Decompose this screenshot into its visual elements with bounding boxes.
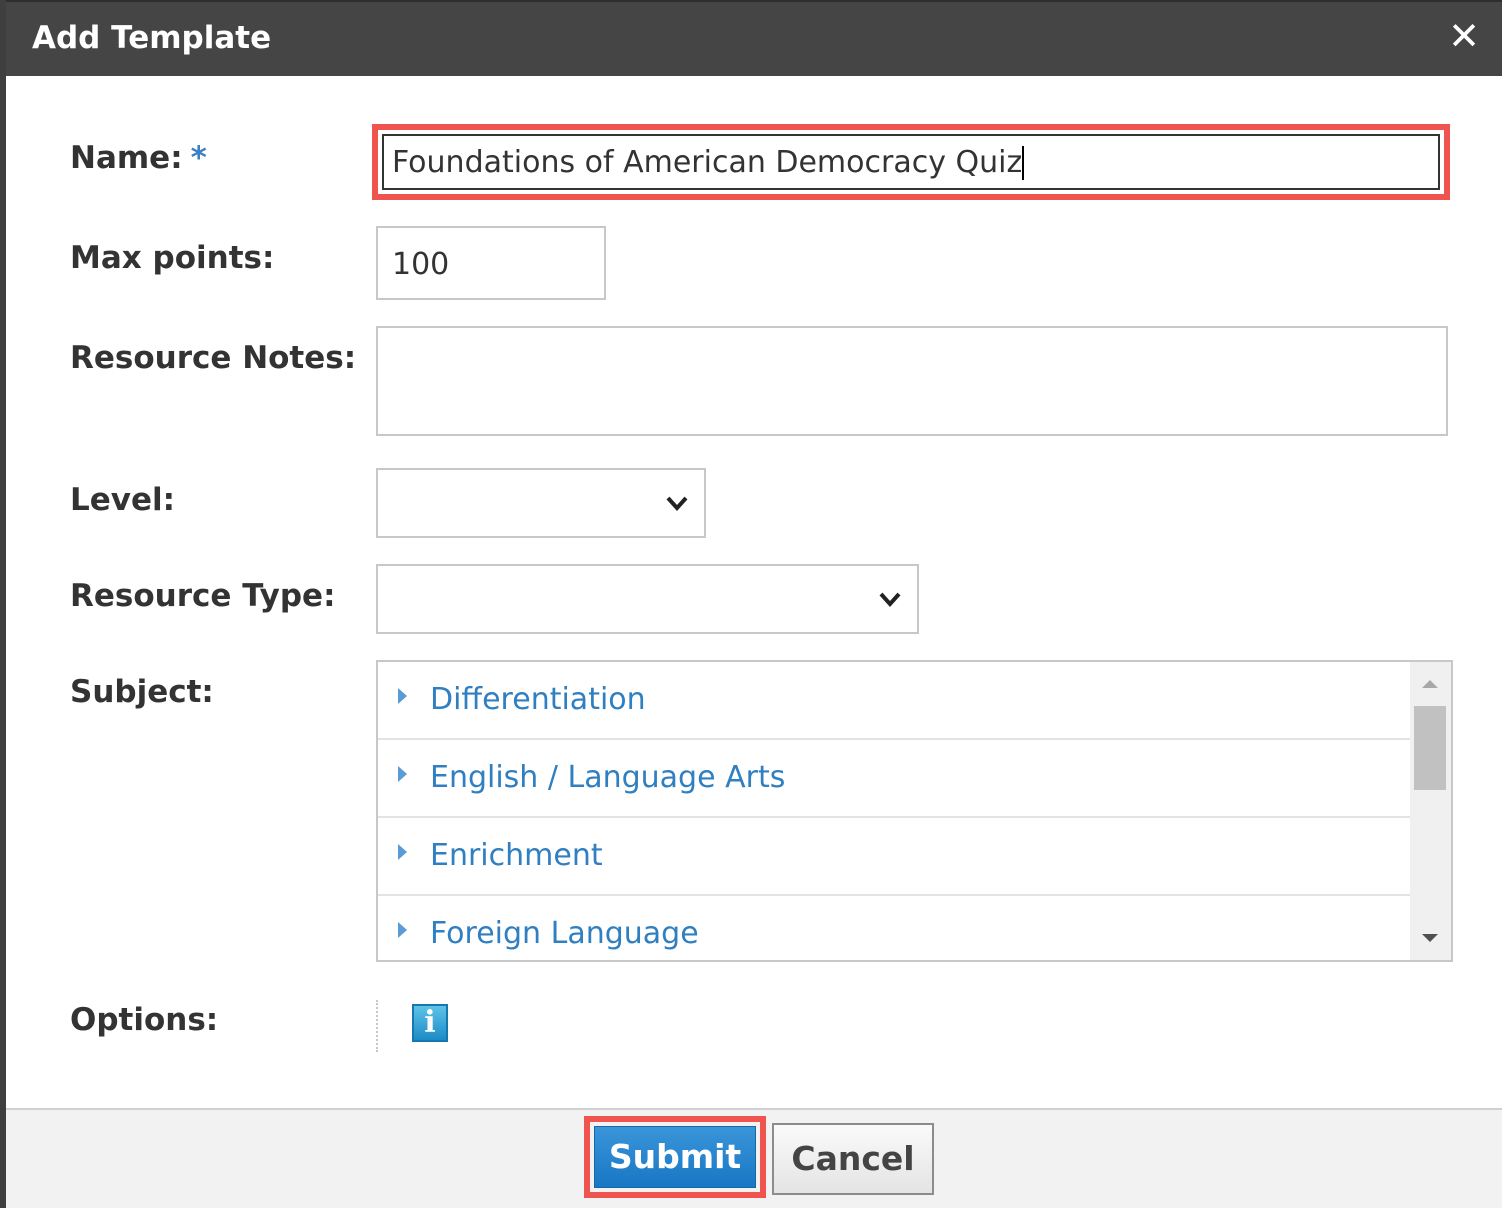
add-template-dialog: Add Template ✕ Name: * Foundations of Ame… xyxy=(0,0,1502,1208)
name-label-text: Name: xyxy=(70,140,183,176)
name-input[interactable]: Foundations of American Democracy Quiz xyxy=(382,134,1440,190)
chevron-down-icon xyxy=(879,592,901,607)
scroll-down-icon[interactable] xyxy=(1422,934,1438,942)
options-label: Options: xyxy=(70,1002,219,1038)
subject-item-enrichment[interactable]: Enrichment xyxy=(378,818,1410,896)
max-points-input[interactable]: 100 xyxy=(376,226,606,300)
subject-item-english-language-arts[interactable]: English / Language Arts xyxy=(378,740,1410,818)
dialog-title-bar: Add Template ✕ xyxy=(6,0,1502,76)
subject-item-label[interactable]: Differentiation xyxy=(430,682,646,717)
subject-label: Subject: xyxy=(70,674,214,710)
expand-arrow-icon[interactable] xyxy=(398,766,407,782)
required-marker: * xyxy=(190,140,207,176)
name-label: Name: * xyxy=(70,140,207,176)
name-input-value: Foundations of American Democracy Quiz xyxy=(392,145,1023,180)
scroll-thumb[interactable] xyxy=(1414,706,1446,790)
expand-arrow-icon[interactable] xyxy=(398,688,407,704)
subject-item-differentiation[interactable]: Differentiation xyxy=(378,662,1410,740)
subject-item-foreign-language[interactable]: Foreign Language xyxy=(378,896,1410,960)
subject-item-label[interactable]: Foreign Language xyxy=(430,916,699,951)
subject-item-label[interactable]: English / Language Arts xyxy=(430,760,785,795)
level-label: Level: xyxy=(70,482,176,518)
subject-tree[interactable]: Differentiation English / Language Arts … xyxy=(376,660,1453,962)
chevron-down-icon xyxy=(666,496,688,511)
text-caret xyxy=(1022,146,1025,180)
max-points-label: Max points: xyxy=(70,240,275,276)
cancel-button[interactable]: Cancel xyxy=(772,1123,934,1195)
scroll-up-icon[interactable] xyxy=(1422,680,1438,688)
resource-notes-textarea[interactable] xyxy=(376,326,1448,436)
resource-type-select[interactable] xyxy=(376,564,919,634)
close-icon[interactable]: ✕ xyxy=(1444,16,1484,56)
subject-scrollbar[interactable] xyxy=(1410,662,1451,960)
options-divider xyxy=(376,1000,378,1052)
info-icon[interactable]: i xyxy=(412,1004,448,1042)
level-select[interactable] xyxy=(376,468,706,538)
expand-arrow-icon[interactable] xyxy=(398,922,407,938)
expand-arrow-icon[interactable] xyxy=(398,844,407,860)
resource-type-label: Resource Type: xyxy=(70,578,336,614)
subject-item-label[interactable]: Enrichment xyxy=(430,838,603,873)
dialog-title: Add Template xyxy=(32,20,272,56)
resource-notes-label: Resource Notes: xyxy=(70,340,357,376)
submit-button[interactable]: Submit xyxy=(594,1126,756,1188)
